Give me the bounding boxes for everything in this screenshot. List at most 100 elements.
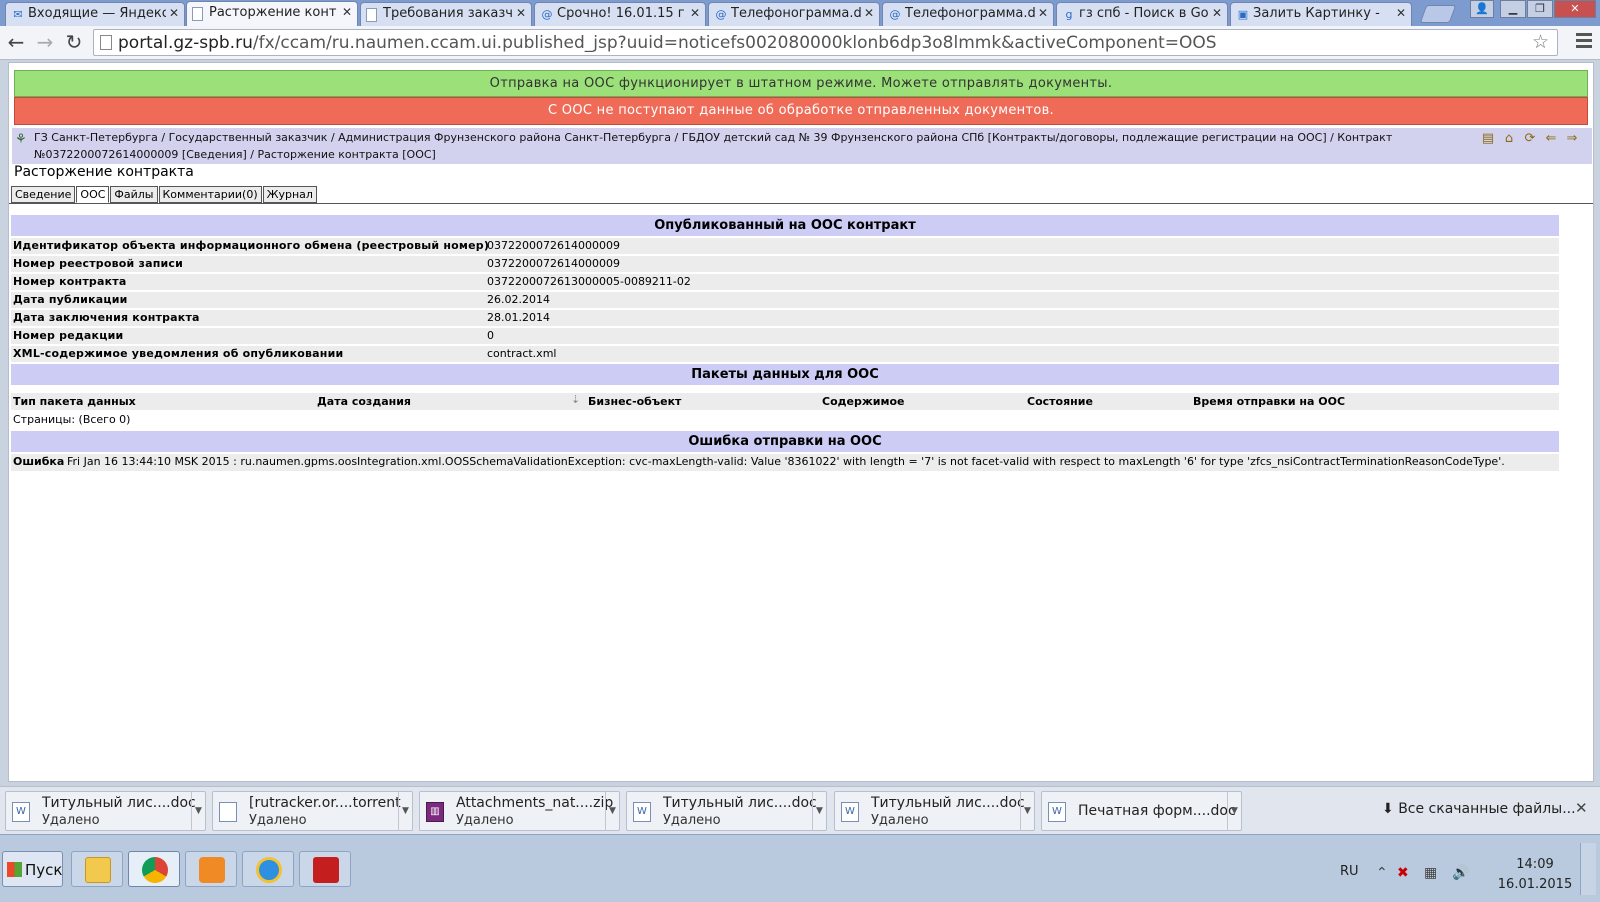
column-header[interactable]: Состояние [1027,395,1093,408]
close-icon[interactable]: ✕ [864,6,874,20]
refresh-icon[interactable]: ⟳ [1521,130,1539,148]
chevron-down-icon[interactable]: ▼ [605,792,619,830]
close-icon[interactable]: ✕ [342,5,352,19]
tab-oos[interactable]: ООС [76,186,110,203]
xml-link[interactable]: contract.xml [487,347,556,360]
download-item[interactable]: W Титульный лис....doc Удалено ▼ [834,791,1035,831]
browser-tab[interactable]: ▣ Залить Картинку - ✕ [1230,2,1412,26]
download-item[interactable]: W Титульный лис....doc Удалено ▼ [626,791,827,831]
field-row: Номер контракта 0372200072613000005-0089… [11,274,1559,291]
breadcrumb-toolbar: ▤ ⌂ ⟳ ⇐ ⇒ [1476,130,1586,160]
chevron-down-icon[interactable]: ▼ [398,792,412,830]
browser-menu-icon[interactable] [1576,33,1592,51]
close-icon[interactable]: ✕ [690,6,700,20]
mailru-icon: @ [541,8,553,21]
browser-tab[interactable]: @ Телефонограмма.d ✕ [708,2,880,26]
close-icon[interactable]: ✕ [516,6,526,20]
browser-tab[interactable]: @ Срочно! 16.01.15 г ✕ [534,2,706,26]
folder-icon[interactable]: ▤ [1479,130,1497,148]
download-arrow-icon: ⬇ [1382,801,1399,817]
page-content: Отправка на ООС функционирует в штатном … [8,62,1594,782]
file-icon [219,802,237,822]
column-header[interactable]: Дата создания [317,395,411,408]
column-header[interactable]: Тип пакета данных [13,395,136,408]
chrome-icon [142,857,168,883]
close-icon[interactable]: ✕ [1575,799,1588,817]
content-tabs: Сведение ООС Файлы Комментарии(0) Журнал [11,186,318,203]
power-icon[interactable]: ▦ [1424,865,1437,881]
tab-comments[interactable]: Комментарии(0) [158,186,262,203]
new-tab-button[interactable] [1419,5,1457,23]
address-bar[interactable]: portal.gz-spb.ru/fx/ccam/ru.naumen.ccam.… [93,29,1558,56]
reload-icon[interactable]: ↻ [62,31,86,55]
back-arrow-icon[interactable]: ← [4,31,28,55]
word-doc-icon: W [12,802,30,822]
download-item[interactable]: ▥ Attachments_nat....zip Удалено ▼ [419,791,620,831]
close-icon[interactable]: ✕ [1212,6,1222,20]
sort-down-icon[interactable]: ⇣ [571,393,580,406]
error-message: Fri Jan 16 13:44:10 MSK 2015 : ru.naumen… [67,455,1505,468]
window-close-button[interactable]: ✕ [1554,0,1596,18]
clock-date[interactable]: 16.01.2015 [1495,877,1575,892]
chevron-down-icon[interactable]: ▼ [1020,792,1034,830]
download-item[interactable]: W Титульный лис....doc Удалено ▼ [5,791,206,831]
network-error-icon[interactable]: ✖ [1397,865,1409,881]
taskbar-media-player[interactable] [185,851,237,887]
show-desktop-button[interactable] [1580,843,1596,895]
chevron-down-icon[interactable]: ▼ [812,792,826,830]
packets-section-heading: Пакеты данных для ООС [11,364,1559,385]
browser-tab-strip: ✉ Входящие — Яндекс ✕ Расторжение конт ✕… [0,0,1600,26]
browser-tab[interactable]: Требования заказч ✕ [360,2,532,26]
column-header[interactable]: Содержимое [822,395,905,408]
browser-tab[interactable]: ✉ Входящие — Яндекс ✕ [5,2,185,26]
taskbar-explorer[interactable] [71,851,123,887]
word-doc-icon: W [841,802,859,822]
column-header[interactable]: Бизнес-объект [588,395,681,408]
field-row: Дата заключения контракта 28.01.2014 [11,310,1559,327]
field-row: Номер реестровой записи 0372200072614000… [11,256,1559,273]
tab-divider [9,203,1593,204]
forward-icon[interactable]: ⇒ [1563,130,1581,148]
clock-time[interactable]: 14:09 [1510,857,1560,872]
taskbar-chrome[interactable] [128,851,180,887]
chevron-down-icon[interactable]: ▼ [191,792,205,830]
browser-tab-active[interactable]: Расторжение конт ✕ [186,1,358,26]
breadcrumb-path[interactable]: ГЗ Санкт-Петербурга / Государственный за… [34,131,1392,161]
chevron-down-icon[interactable]: ▼ [1227,792,1241,830]
close-icon[interactable]: ✕ [1038,6,1048,20]
taskbar-acrobat[interactable] [299,851,351,887]
column-header[interactable]: Время отправки на ООС [1193,395,1345,408]
tab-svedenie[interactable]: Сведение [11,186,76,203]
word-doc-icon: W [1048,802,1066,822]
field-row: XML-содержимое уведомления об опубликова… [11,346,1559,363]
image-icon: ▣ [1237,8,1249,21]
status-banner-ok: Отправка на ООС функционирует в штатном … [14,70,1588,97]
field-row: Идентификатор объекта информационного об… [11,238,1559,255]
mail-icon: ✉ [13,8,23,21]
language-indicator[interactable]: RU [1340,864,1359,879]
taskbar-internet-explorer[interactable] [242,851,294,887]
windows-logo-icon [7,862,22,877]
chevron-up-icon[interactable]: ⌃ [1376,865,1388,881]
show-all-downloads-link[interactable]: ⬇ Все скачанные файлы... [1382,801,1576,817]
download-item[interactable]: W Печатная форм....doc ▼ [1041,791,1242,831]
minimize-button[interactable]: ▁ [1500,0,1526,18]
tab-files[interactable]: Файлы [110,186,158,203]
field-row: Дата публикации 26.02.2014 [11,292,1559,309]
browser-tab[interactable]: g гз спб - Поиск в Go ✕ [1056,2,1228,26]
forward-arrow-icon[interactable]: → [33,31,57,55]
start-button[interactable]: Пуск [2,851,63,887]
home-icon[interactable]: ⌂ [1500,130,1518,148]
tab-journal[interactable]: Журнал [262,186,317,203]
volume-icon[interactable]: 🔊 [1452,865,1469,881]
browser-tab[interactable]: @ Телефонограмма.d ✕ [882,2,1054,26]
close-icon[interactable]: ✕ [1396,6,1406,20]
download-item[interactable]: [rutracker.or....torrent Удалено ▼ [212,791,413,831]
restore-button[interactable]: ❐ [1527,0,1553,18]
bookmark-star-icon[interactable]: ☆ [1532,31,1549,53]
close-icon[interactable]: ✕ [169,6,179,20]
user-icon[interactable]: 👤 [1470,0,1494,18]
document-icon [192,7,203,21]
windows-taskbar: Пуск RU ⌃ ✖ ▦ 🔊 14:09 16.01.2015 [0,834,1600,902]
back-icon[interactable]: ⇐ [1542,130,1560,148]
